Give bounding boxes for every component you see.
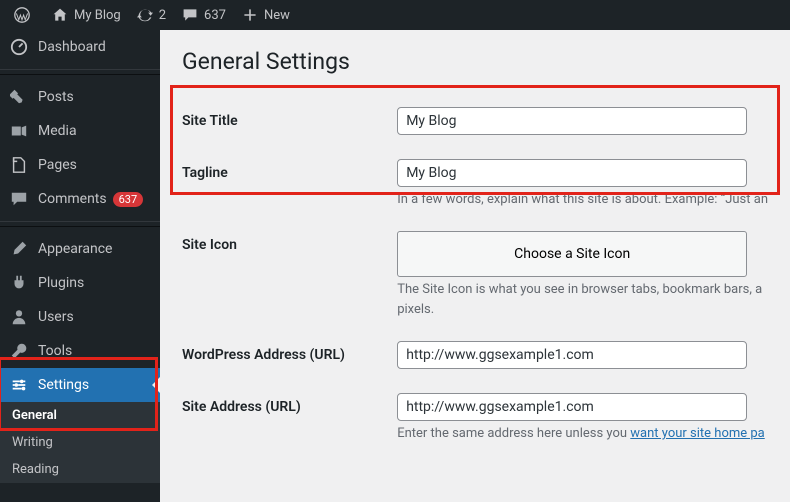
sidebar-item-pages[interactable]: Pages <box>0 148 160 182</box>
new-label: New <box>264 8 290 23</box>
comments-link[interactable]: 637 <box>174 0 234 30</box>
sidebar-item-label: Comments <box>38 191 107 207</box>
admin-sidebar: Dashboard Posts Media Pages Comments637 … <box>0 30 160 502</box>
sidebar-item-label: Settings <box>38 377 89 393</box>
sidebar-item-label: Plugins <box>38 275 84 291</box>
sidebar-item-tools[interactable]: Tools <box>0 334 160 368</box>
sidebar-item-media[interactable]: Media <box>0 114 160 148</box>
sidebar-item-label: Posts <box>38 89 74 105</box>
sidebar-item-dashboard[interactable]: Dashboard <box>0 30 160 64</box>
site-address-input[interactable] <box>397 393 747 421</box>
sidebar-item-comments[interactable]: Comments 637 <box>0 182 160 216</box>
main-content: General Settings Site Title Tagline In a… <box>160 30 790 502</box>
menu-separator <box>0 69 160 75</box>
sidebar-item-label: Users <box>38 309 74 325</box>
site-url-description: Enter the same address here unless you w… <box>397 426 768 441</box>
settings-submenu: General Writing Reading <box>0 402 160 483</box>
menu-separator <box>0 221 160 227</box>
wordpress-address-input[interactable] <box>397 341 747 369</box>
submenu-item-general[interactable]: General <box>0 402 160 429</box>
choose-site-icon-button[interactable]: Choose a Site Icon <box>397 231 747 277</box>
sidebar-item-plugins[interactable]: Plugins <box>0 266 160 300</box>
site-icon-description: The Site Icon is what you see in browser… <box>397 282 768 297</box>
comments-count: 637 <box>204 8 226 23</box>
site-home-link[interactable]: want your site home pa <box>630 426 764 441</box>
wp-logo-link[interactable] <box>6 0 44 30</box>
tagline-description: In a few words, explain what this site i… <box>397 192 768 207</box>
comments-badge: 637 <box>113 192 144 207</box>
site-name-text: My Blog <box>74 8 121 23</box>
updates-count: 2 <box>159 8 166 23</box>
tagline-input[interactable] <box>397 159 747 187</box>
site-url-label: Site Address (URL) <box>182 381 397 453</box>
admin-toolbar: My Blog 2 637 New <box>0 0 790 30</box>
site-title-input[interactable] <box>397 107 747 135</box>
new-content-link[interactable]: New <box>234 0 298 30</box>
tagline-label: Tagline <box>182 147 397 219</box>
site-name-link[interactable]: My Blog <box>44 0 129 30</box>
site-title-label: Site Title <box>182 95 397 147</box>
sidebar-item-label: Appearance <box>38 241 112 257</box>
sidebar-item-posts[interactable]: Posts <box>0 80 160 114</box>
site-icon-label: Site Icon <box>182 219 397 329</box>
wp-url-label: WordPress Address (URL) <box>182 329 397 381</box>
updates-link[interactable]: 2 <box>129 0 174 30</box>
sidebar-item-users[interactable]: Users <box>0 300 160 334</box>
submenu-item-writing[interactable]: Writing <box>0 429 160 456</box>
sidebar-item-appearance[interactable]: Appearance <box>0 232 160 266</box>
sidebar-item-settings[interactable]: Settings <box>0 368 160 402</box>
submenu-item-reading[interactable]: Reading <box>0 456 160 483</box>
sidebar-item-label: Dashboard <box>38 39 106 55</box>
site-icon-description-2: pixels. <box>397 302 768 317</box>
page-title: General Settings <box>182 48 768 75</box>
sidebar-item-label: Tools <box>38 343 72 359</box>
sidebar-item-label: Pages <box>38 157 77 173</box>
sidebar-item-label: Media <box>38 123 77 139</box>
